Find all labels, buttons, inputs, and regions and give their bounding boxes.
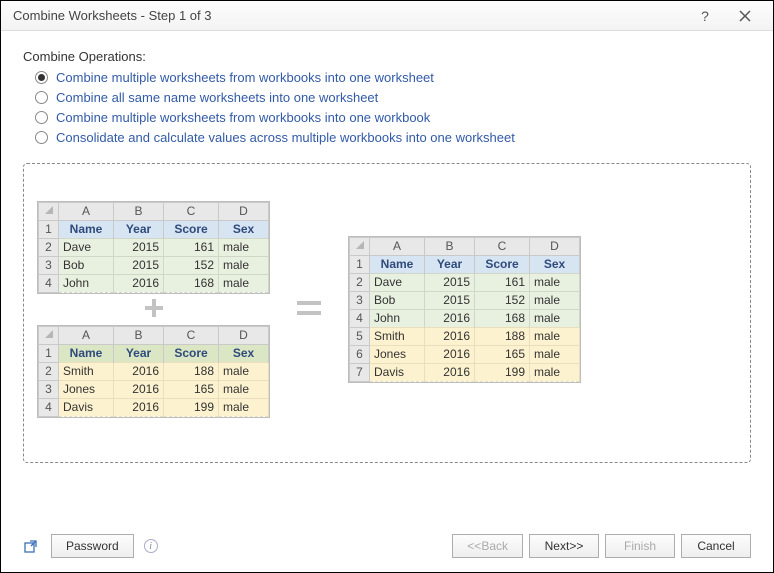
info-icon[interactable]: i bbox=[144, 539, 158, 553]
col-header: A bbox=[59, 202, 114, 220]
radio-icon bbox=[35, 91, 48, 104]
next-button[interactable]: Next>> bbox=[529, 534, 599, 558]
radio-icon bbox=[35, 111, 48, 124]
col-header: D bbox=[219, 202, 269, 220]
finish-button: Finish bbox=[605, 534, 675, 558]
radio-option-1[interactable]: Combine multiple worksheets from workboo… bbox=[35, 70, 751, 85]
radio-label: Combine multiple worksheets from workboo… bbox=[56, 110, 430, 125]
result-table: A B C D 1NameYearScoreSex 2Dave2015161ma… bbox=[349, 237, 580, 382]
data-row: 4John2016168male bbox=[39, 274, 269, 292]
radio-label: Combine all same name worksheets into on… bbox=[56, 90, 378, 105]
radio-label: Consolidate and calculate values across … bbox=[56, 130, 515, 145]
radio-option-2[interactable]: Combine all same name worksheets into on… bbox=[35, 90, 751, 105]
col-header: C bbox=[164, 202, 219, 220]
col-header: B bbox=[114, 202, 164, 220]
popout-icon[interactable] bbox=[23, 538, 39, 554]
cancel-button[interactable]: Cancel bbox=[681, 534, 751, 558]
close-icon bbox=[739, 10, 751, 22]
source-table-2: A B C D 1NameYearScoreSex 2Smith2016188m… bbox=[38, 326, 269, 417]
content-area: Combine Operations: Combine multiple wor… bbox=[1, 31, 773, 475]
title-bar: Combine Worksheets - Step 1 of 3 ? bbox=[1, 1, 773, 31]
help-button[interactable]: ? bbox=[685, 2, 725, 30]
plus-icon bbox=[141, 295, 167, 324]
radio-icon bbox=[35, 71, 48, 84]
close-button[interactable] bbox=[725, 2, 765, 30]
footer-bar: Password i <<Back Next>> Finish Cancel bbox=[23, 534, 751, 558]
header-row: 1 Name Year Score Sex bbox=[39, 220, 269, 238]
password-button[interactable]: Password bbox=[51, 534, 134, 558]
radio-option-3[interactable]: Combine multiple worksheets from workboo… bbox=[35, 110, 751, 125]
section-label: Combine Operations: bbox=[23, 49, 751, 64]
data-row: 3Bob2015152male bbox=[39, 256, 269, 274]
radio-label: Combine multiple worksheets from workboo… bbox=[56, 70, 434, 85]
radio-group: Combine multiple worksheets from workboo… bbox=[23, 70, 751, 145]
dialog-window: Combine Worksheets - Step 1 of 3 ? Combi… bbox=[0, 0, 774, 573]
back-button: <<Back bbox=[452, 534, 523, 558]
window-title: Combine Worksheets - Step 1 of 3 bbox=[13, 8, 685, 23]
source-table-1: A B C D 1 Name Year Score bbox=[38, 202, 269, 293]
radio-icon bbox=[35, 131, 48, 144]
select-all-corner bbox=[39, 202, 59, 220]
preview-panel: A B C D 1 Name Year Score bbox=[23, 163, 751, 463]
radio-option-4[interactable]: Consolidate and calculate values across … bbox=[35, 130, 751, 145]
equals-icon bbox=[295, 298, 323, 321]
data-row: 2Dave2015161male bbox=[39, 238, 269, 256]
